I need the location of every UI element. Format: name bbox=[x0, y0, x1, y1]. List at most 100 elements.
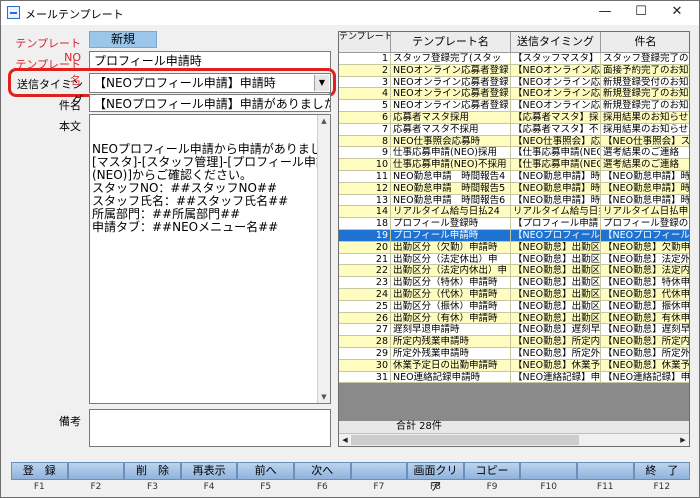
chevron-down-icon[interactable]: ▼ bbox=[314, 75, 329, 91]
cell-no: 31 bbox=[339, 371, 391, 384]
minimize-button[interactable]: — bbox=[589, 1, 621, 23]
function-key-f3[interactable]: 削 除 bbox=[124, 462, 181, 480]
function-key-f6[interactable]: 次へ bbox=[293, 462, 351, 480]
table-row[interactable]: 23 出勤区分（特休）申請時 【NEO勤怠】出勤区分 【NEO勤怠】特休申 bbox=[339, 277, 689, 289]
table-row[interactable]: 31 NEO連絡記録申請時 【NEO連絡記録】申請 【NEO連絡記録】申請 bbox=[339, 371, 689, 384]
cell-subject: 【NEO勤怠】代休申 bbox=[601, 288, 690, 301]
table-row[interactable]: 18 プロフィール登録時 【プロフィール申請 プロフィール登録の bbox=[339, 218, 689, 230]
subject-label: 件名 bbox=[59, 99, 81, 112]
cell-no: 24 bbox=[339, 288, 391, 301]
header-subject[interactable]: 件名 bbox=[601, 32, 689, 53]
table-row[interactable]: 5 NEOオンライン応募者登録 【NEOオンライン応 新規登録完了のお知 bbox=[339, 100, 689, 112]
function-key-f4[interactable]: 再表示 bbox=[180, 462, 238, 480]
scroll-up-icon[interactable]: ▲ bbox=[318, 115, 330, 127]
table-row[interactable]: 7 応募者マスタ不採用 【応募者マスタ】不 採用結果のお知らせ bbox=[339, 123, 689, 136]
function-key-f8[interactable]: 画面クリア bbox=[407, 462, 464, 493]
table-row[interactable]: 24 出勤区分（代休）申請時 【NEO勤怠】出勤区分 【NEO勤怠】代休申 bbox=[339, 288, 690, 301]
table-row[interactable]: 3 NEOオンライン応募者登録 【NEOオンライン応 新規登録受付のお知 bbox=[339, 76, 689, 89]
table-row[interactable]: 9 仕事応募申請(NEO)採用 【仕事応募申請(NEO 選考結果のご連絡 bbox=[339, 147, 689, 160]
table-row[interactable]: 19 プロフィール申請時 【NEOプロフィール申 【NEOプロフィール申 bbox=[339, 229, 689, 242]
table-row[interactable]: 29 所定外残業申請時 【NEO勤怠】所定外残 【NEO勤怠】所定外残 bbox=[339, 347, 689, 360]
cell-name: NEO連絡記録申請時 bbox=[391, 371, 511, 384]
template-list-grid[interactable]: テンプレートNO テンプレート名 送信タイミング 件名 1スタッフ登録完了(スタ… bbox=[338, 31, 690, 447]
table-row[interactable]: 25 出勤区分（振休）申請時 【NEO勤怠】出勤区分 【NEO勤怠】振休申 bbox=[339, 300, 689, 313]
cell-subject: 新規登録完了のお知 bbox=[601, 88, 689, 101]
cell-name: 仕事応募申請(NEO)採用 bbox=[391, 147, 511, 160]
cell-subject: 【NEO勤怠申請】時 bbox=[601, 182, 690, 195]
function-key-f7[interactable] bbox=[350, 462, 408, 480]
cell-name: 出勤区分（法定休出）申 bbox=[391, 253, 511, 266]
grid-horizontal-scrollbar[interactable]: ◀ ▶ bbox=[339, 433, 689, 446]
cell-subject: 【NEO勤怠】法定内休 bbox=[601, 265, 690, 278]
cell-timing: 【NEOプロフィール申 bbox=[511, 229, 601, 242]
table-row[interactable]: 27 遅刻早退申請時 【NEO勤怠】遅刻早退 【NEO勤怠】遅刻早退 bbox=[339, 324, 690, 337]
scroll-left-icon[interactable]: ◀ bbox=[339, 434, 351, 446]
function-key-f11[interactable] bbox=[576, 462, 634, 480]
app-icon bbox=[7, 6, 20, 19]
body-text: NEOプロフィール申請から申請がありました。 [マスタ]-[スタッフ管理]-[プ… bbox=[92, 142, 331, 234]
table-row[interactable]: 14 リアルタイム給与日払24 リアルタイム給与日払 リアルタイム日払申 bbox=[339, 206, 689, 219]
table-row[interactable]: 10 仕事応募申請(NEO)不採用 【仕事応募申請(NEO 選考結果のご連絡 bbox=[339, 159, 689, 171]
cell-no: 9 bbox=[339, 147, 391, 160]
cell-name: スタッフ登録完了(スタッ bbox=[391, 53, 511, 65]
cell-no: 5 bbox=[339, 100, 391, 112]
cell-subject: 選考結果のご連絡 bbox=[601, 159, 689, 171]
cell-subject: 【NEO仕事照会】ス bbox=[601, 135, 690, 148]
function-key-f1[interactable]: 登 録 bbox=[11, 462, 68, 480]
cell-timing: 【NEO勤怠】出勤区分 bbox=[511, 241, 601, 254]
function-key-f5[interactable]: 前へ bbox=[237, 462, 294, 480]
cell-subject: 【NEO勤怠】遅刻早退 bbox=[601, 324, 690, 337]
table-row[interactable]: 6 応募者マスタ採用 【応募者マスタ】採 採用結果のお知らせ bbox=[339, 111, 689, 124]
function-key-bar: 登 録 削 除再表示 前へ 次へ 画面クリア コピー 終 了 bbox=[11, 462, 691, 493]
table-row[interactable]: 22 出勤区分（法定内休出）申 【NEO勤怠】出勤区分 【NEO勤怠】法定内休 bbox=[339, 265, 690, 278]
cell-timing: 【NEO勤怠】遅刻早退 bbox=[511, 324, 601, 337]
subject-input[interactable]: 【NEOプロフィール申請】申請がありました bbox=[89, 94, 331, 112]
cell-timing: 【NEO仕事照会】応募 bbox=[511, 135, 601, 148]
body-scrollbar[interactable]: ▲ ▼ bbox=[317, 115, 330, 403]
table-row[interactable]: 8 NEO仕事照会応募時 【NEO仕事照会】応募 【NEO仕事照会】ス bbox=[339, 135, 690, 148]
cell-name: プロフィール申請時 bbox=[391, 229, 511, 242]
table-row[interactable]: 2 NEOオンライン応募者登録 【NEOオンライン応 面接予約完了のお知 bbox=[339, 64, 689, 77]
header-template-name[interactable]: テンプレート名 bbox=[391, 32, 511, 53]
cell-no: 25 bbox=[339, 300, 391, 313]
table-row[interactable]: 13 NEO勤怠申請 時間報告6 【NEO勤怠申請】時間 【NEO勤怠申請】時 bbox=[339, 194, 689, 207]
table-row[interactable]: 11 NEO勤怠申請 時間報告4 【NEO勤怠申請】時間 【NEO勤怠申請】時 bbox=[339, 170, 689, 183]
header-template-no[interactable]: テンプレートNO bbox=[339, 32, 391, 53]
table-row[interactable]: 1 スタッフ登録完了(スタッ 【スタッフマスタ】 スタッフ登録完了のお bbox=[339, 53, 689, 65]
table-row[interactable]: 28 所定内残業申請時 【NEO勤怠】所定内残 【NEO勤怠】所定内残 bbox=[339, 336, 690, 348]
cell-subject: 面接予約完了のお知 bbox=[601, 64, 689, 77]
function-key-f2[interactable] bbox=[67, 462, 125, 480]
cell-subject: 新規登録完了のお知 bbox=[601, 100, 689, 112]
body-textarea[interactable]: NEOプロフィール申請から申請がありました。 [マスタ]-[スタッフ管理]-[プ… bbox=[89, 114, 331, 404]
scroll-right-icon[interactable]: ▶ bbox=[677, 434, 689, 446]
cell-no: 14 bbox=[339, 206, 391, 219]
table-row[interactable]: 4 NEOオンライン応募者登録 【NEOオンライン応 新規登録完了のお知 bbox=[339, 88, 689, 101]
table-row[interactable]: 21 出勤区分（法定休出）申 【NEO勤怠】出勤区分 【NEO勤怠】法定外休 bbox=[339, 253, 690, 266]
header-send-timing[interactable]: 送信タイミング bbox=[511, 32, 601, 53]
function-key-f12[interactable]: 終 了 bbox=[633, 462, 691, 480]
scroll-thumb[interactable] bbox=[351, 435, 579, 445]
function-key-f9[interactable]: コピー bbox=[463, 462, 521, 480]
function-key-number: F10 bbox=[540, 482, 557, 492]
cell-no: 30 bbox=[339, 359, 391, 372]
send-timing-select[interactable]: 【NEOプロフィール申請】申請時 ▼ bbox=[89, 73, 331, 93]
cell-no: 28 bbox=[339, 336, 391, 348]
table-row[interactable]: 12 NEO勤怠申請 時間報告5 【NEO勤怠申請】時間 【NEO勤怠申請】時 bbox=[339, 182, 690, 195]
cell-subject: 【NEO勤怠】所定内残 bbox=[601, 336, 690, 348]
cell-subject: 【NEO勤怠】法定外休 bbox=[601, 253, 690, 266]
cell-name: 応募者マスタ採用 bbox=[391, 111, 511, 124]
function-key-number: F1 bbox=[33, 482, 45, 492]
table-row[interactable]: 26 出勤区分（有休）申請時 【NEO勤怠】出勤区分 【NEO勤怠】有休申 bbox=[339, 312, 689, 325]
function-key-f10[interactable] bbox=[520, 462, 577, 480]
maximize-button[interactable]: ☐ bbox=[625, 1, 657, 23]
function-key-number: F4 bbox=[203, 482, 215, 492]
cell-name: 応募者マスタ不採用 bbox=[391, 123, 511, 136]
scroll-down-icon[interactable]: ▼ bbox=[318, 391, 330, 403]
remarks-textarea[interactable] bbox=[89, 409, 331, 447]
table-row[interactable]: 20 出勤区分（欠勤）申請時 【NEO勤怠】出勤区分 【NEO勤怠】欠勤申 bbox=[339, 241, 689, 254]
close-button[interactable]: ✕ bbox=[661, 1, 693, 23]
cell-no: 26 bbox=[339, 312, 391, 325]
cell-timing: 【応募者マスタ】不 bbox=[511, 123, 601, 136]
mail-template-window: メールテンプレート — ☐ ✕ テンプレートNO 新規 テンプレート名 プロフィ… bbox=[0, 0, 700, 498]
table-row[interactable]: 30 休業予定日の出勤申請時 【NEO勤怠】休業予定 【NEO勤怠】休業予定 bbox=[339, 359, 689, 372]
